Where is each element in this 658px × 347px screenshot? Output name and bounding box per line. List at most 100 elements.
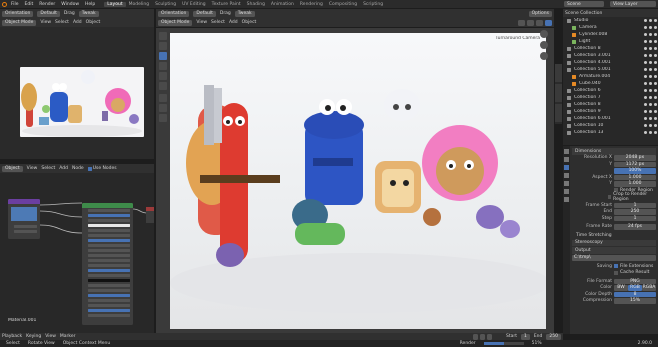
eye-icon[interactable] [649,26,652,29]
jump-end-icon[interactable] [486,333,492,340]
exclude-checkbox-icon[interactable] [644,96,647,99]
eye-icon[interactable] [649,54,652,57]
add-cube-tool-icon[interactable] [159,114,167,122]
rotate-tool-icon[interactable] [159,62,167,70]
camera-render-icon[interactable] [654,54,657,57]
tab-animation[interactable]: Animation [268,2,297,7]
frame-start-field[interactable]: 1 [614,202,656,208]
eye-icon[interactable] [649,89,652,92]
tab-layout[interactable]: Layout [104,1,126,7]
render-tab-icon[interactable] [564,157,569,162]
transform-tool-icon[interactable] [159,82,167,90]
compression-slider[interactable]: 15% [614,298,656,304]
scale-tool-icon[interactable] [159,72,167,80]
output-panel-header[interactable]: Output [572,247,656,254]
outliner-item[interactable]: Collection 8 [563,101,658,108]
menu-view[interactable]: View [40,20,51,25]
camera-render-icon[interactable] [654,26,657,29]
move-tool-icon[interactable] [159,52,167,60]
options-dropdown[interactable]: Options [528,10,552,17]
keying-menu[interactable]: Keying [26,334,41,339]
outliner-item[interactable]: Collection 9 [563,108,658,115]
menu-object[interactable]: Object [86,20,101,25]
tweak-tool-icon[interactable] [159,32,167,40]
eye-icon[interactable] [649,40,652,43]
outliner-item[interactable]: Studio [563,17,658,24]
menu-window[interactable]: Window [58,2,82,7]
stereoscopy-panel-header[interactable]: Stereoscopy [572,239,656,246]
eye-icon[interactable] [649,110,652,113]
eye-icon[interactable] [649,117,652,120]
eye-icon[interactable] [649,75,652,78]
timeline-view-menu[interactable]: View [45,334,56,339]
jump-start-icon[interactable] [472,333,478,340]
camera-render-icon[interactable] [654,68,657,71]
wireframe-shading-button[interactable] [518,19,525,26]
end-frame-field[interactable]: 250 [546,333,561,340]
exclude-checkbox-icon[interactable] [644,82,647,85]
start-frame-field[interactable]: 1 [520,333,530,340]
outliner-item[interactable]: Camera [563,24,658,31]
color-rgba-button[interactable]: RGBA [642,285,656,291]
marker-menu[interactable]: Marker [60,334,76,339]
exclude-checkbox-icon[interactable] [644,33,647,36]
file-extensions-checkbox[interactable] [614,264,618,269]
camera-view-icon[interactable] [540,52,548,60]
outliner-item[interactable]: Collection 10 [563,122,658,129]
camera-render-icon[interactable] [654,33,657,36]
orientation-dropdown[interactable]: Orientation [2,10,34,17]
tweak-dropdown[interactable]: Tweak [78,10,99,17]
outliner-item[interactable]: Collection 6 [563,87,658,94]
exclude-checkbox-icon[interactable] [644,110,647,113]
material-shading-button[interactable] [536,19,543,26]
texture-node[interactable] [8,199,40,239]
menu-select[interactable]: Select [55,20,69,25]
outliner-item[interactable]: Collection 13 [563,129,658,136]
exclude-checkbox-icon[interactable] [644,47,647,50]
outliner-item[interactable]: Collection 3.001 [563,52,658,59]
viewport-menu-object[interactable]: Object [242,20,257,25]
output-path-field[interactable]: C:\tmp\ [572,255,656,261]
camera-render-icon[interactable] [654,124,657,127]
exclude-checkbox-icon[interactable] [644,26,647,29]
scene-tab-icon[interactable] [564,181,569,186]
node-menu-view[interactable]: View [27,166,38,171]
eye-icon[interactable] [649,82,652,85]
outliner-item[interactable]: Cylinder.008 [563,31,658,38]
rendered-shading-button[interactable] [545,19,552,26]
zoom-icon[interactable] [540,30,548,38]
node-canvas[interactable]: Material.001 [0,173,154,333]
sidebar-tab-item[interactable] [555,64,562,82]
viewport-menu-view[interactable]: View [196,20,207,25]
frame-rate-dropdown[interactable]: 24 fps [614,224,656,230]
camera-render-icon[interactable] [654,96,657,99]
principled-bsdf-node[interactable] [82,203,133,325]
exclude-checkbox-icon[interactable] [644,89,647,92]
object-mode-dropdown[interactable]: Object Mode [2,19,37,26]
viewport-menu-add[interactable]: Add [229,20,238,25]
viewport-object-mode-dropdown[interactable]: Object Mode [158,19,193,26]
menu-help[interactable]: Help [82,2,98,7]
view-layer-selector[interactable]: View Layer [610,1,656,7]
tab-uv-editing[interactable]: UV Editing [179,2,208,7]
object-tab-icon[interactable] [564,197,569,202]
outliner-item[interactable]: Collection 5.001 [563,66,658,73]
camera-render-icon[interactable] [654,82,657,85]
tool-tab-icon[interactable] [564,149,569,154]
default-dropdown[interactable]: Default [37,10,60,17]
camera-render-icon[interactable] [654,47,657,50]
time-stretching-panel[interactable]: Time Stretching [572,232,656,239]
viewport-default-dropdown[interactable]: Default [193,10,216,17]
sidebar-tab-view[interactable] [555,104,562,122]
scene-selector[interactable]: Scene [564,1,604,7]
color-rgb-button[interactable]: RGB [628,285,642,291]
left-preview-area[interactable] [0,27,154,159]
menu-render[interactable]: Render [36,2,58,7]
outliner-item[interactable]: Cube.040 [563,80,658,87]
eye-icon[interactable] [649,103,652,106]
output-tab-icon[interactable] [564,165,569,170]
exclude-checkbox-icon[interactable] [644,54,647,57]
node-menu-node[interactable]: Node [72,166,84,171]
tab-modeling[interactable]: Modeling [126,2,152,7]
eye-icon[interactable] [649,68,652,71]
